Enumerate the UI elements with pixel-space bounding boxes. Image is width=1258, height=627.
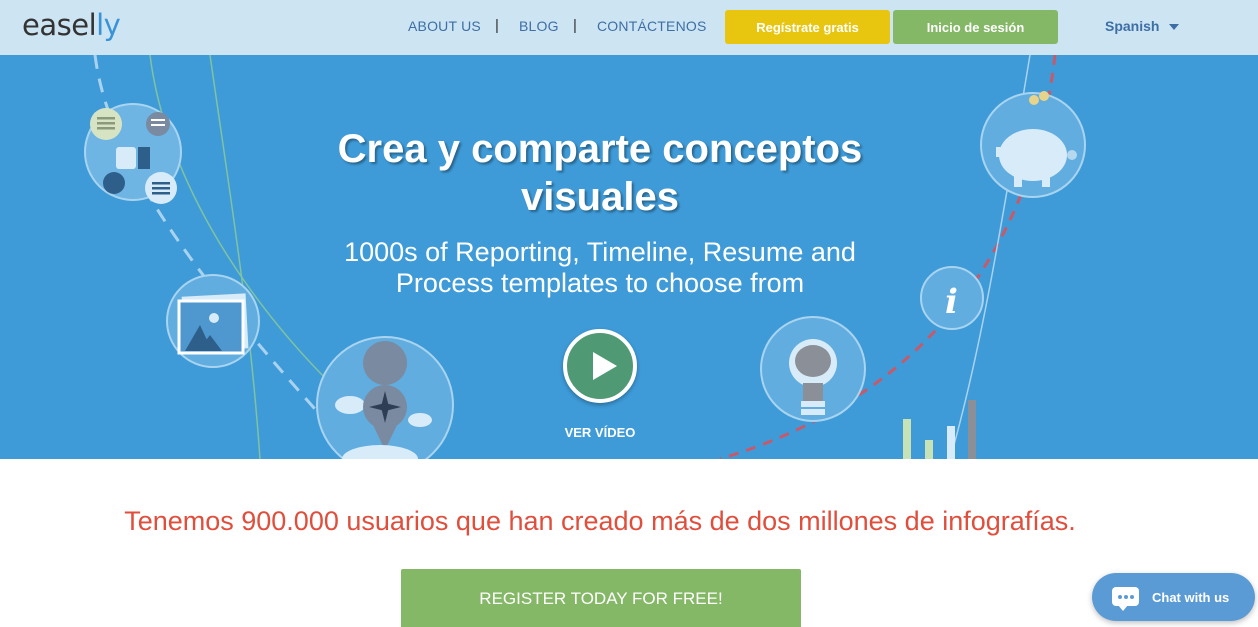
thin-path xyxy=(209,55,261,459)
nav-separator: | xyxy=(573,17,577,34)
logo-text-accent: ly xyxy=(96,8,121,42)
chat-dot xyxy=(1124,595,1128,599)
chat-label: Chat with us xyxy=(1152,590,1230,605)
play-icon xyxy=(593,352,617,380)
nav-contact[interactable]: CONTÁCTENOS xyxy=(597,18,707,34)
info-icon: i xyxy=(920,266,984,330)
hero-subtitle-line1: 1000s of Reporting, Timeline, Resume and xyxy=(344,237,856,267)
nav-blog[interactable]: BLOG xyxy=(519,18,559,34)
chat-dot xyxy=(1118,595,1122,599)
image-gallery-icon xyxy=(166,274,260,368)
hero-banner: i Crea y comparte conceptos visuales 100… xyxy=(0,55,1258,459)
logo-text-main: easel xyxy=(22,8,97,42)
hero-title-line2: visuales xyxy=(521,175,679,219)
chat-bubble-icon xyxy=(1112,587,1139,611)
language-label: Spanish xyxy=(1105,18,1160,34)
page: easelly ABOUT US | BLOG | CONTÁCTENOS Re… xyxy=(0,0,1258,627)
lightbulb-brain-icon xyxy=(760,316,866,422)
hero-title-line1: Crea y comparte conceptos xyxy=(337,127,863,171)
chat-dot xyxy=(1130,595,1134,599)
user-stats-text: Tenemos 900.000 usuarios que han creado … xyxy=(124,506,1076,536)
login-button[interactable]: Inicio de sesión xyxy=(893,10,1058,44)
chevron-down-icon xyxy=(1169,24,1179,30)
chat-widget-button[interactable]: Chat with us xyxy=(1092,573,1255,621)
top-navbar: easelly ABOUT US | BLOG | CONTÁCTENOS Re… xyxy=(0,0,1258,55)
bar-chart-icon xyxy=(903,400,976,459)
nav-separator: | xyxy=(495,17,499,34)
hero-title: Crea y comparte conceptos visuales xyxy=(300,125,900,221)
piggy-bank-icon xyxy=(980,91,1086,198)
video-label[interactable]: VER VÍDEO xyxy=(540,425,660,440)
svg-text:i: i xyxy=(945,282,958,322)
location-compass-icon xyxy=(316,336,454,459)
social-chat-icon xyxy=(84,103,182,204)
nav-about-us[interactable]: ABOUT US xyxy=(408,18,481,34)
play-video-button[interactable] xyxy=(563,329,637,403)
hero-subtitle-line2: Process templates to choose from xyxy=(395,268,805,298)
register-free-button[interactable]: Regístrate gratis xyxy=(725,10,890,44)
hero-subtitle: 1000s of Reporting, Timeline, Resume and… xyxy=(300,237,900,299)
register-today-button[interactable]: REGISTER TODAY FOR FREE! xyxy=(401,569,801,627)
easelly-logo[interactable]: easelly xyxy=(22,8,121,42)
